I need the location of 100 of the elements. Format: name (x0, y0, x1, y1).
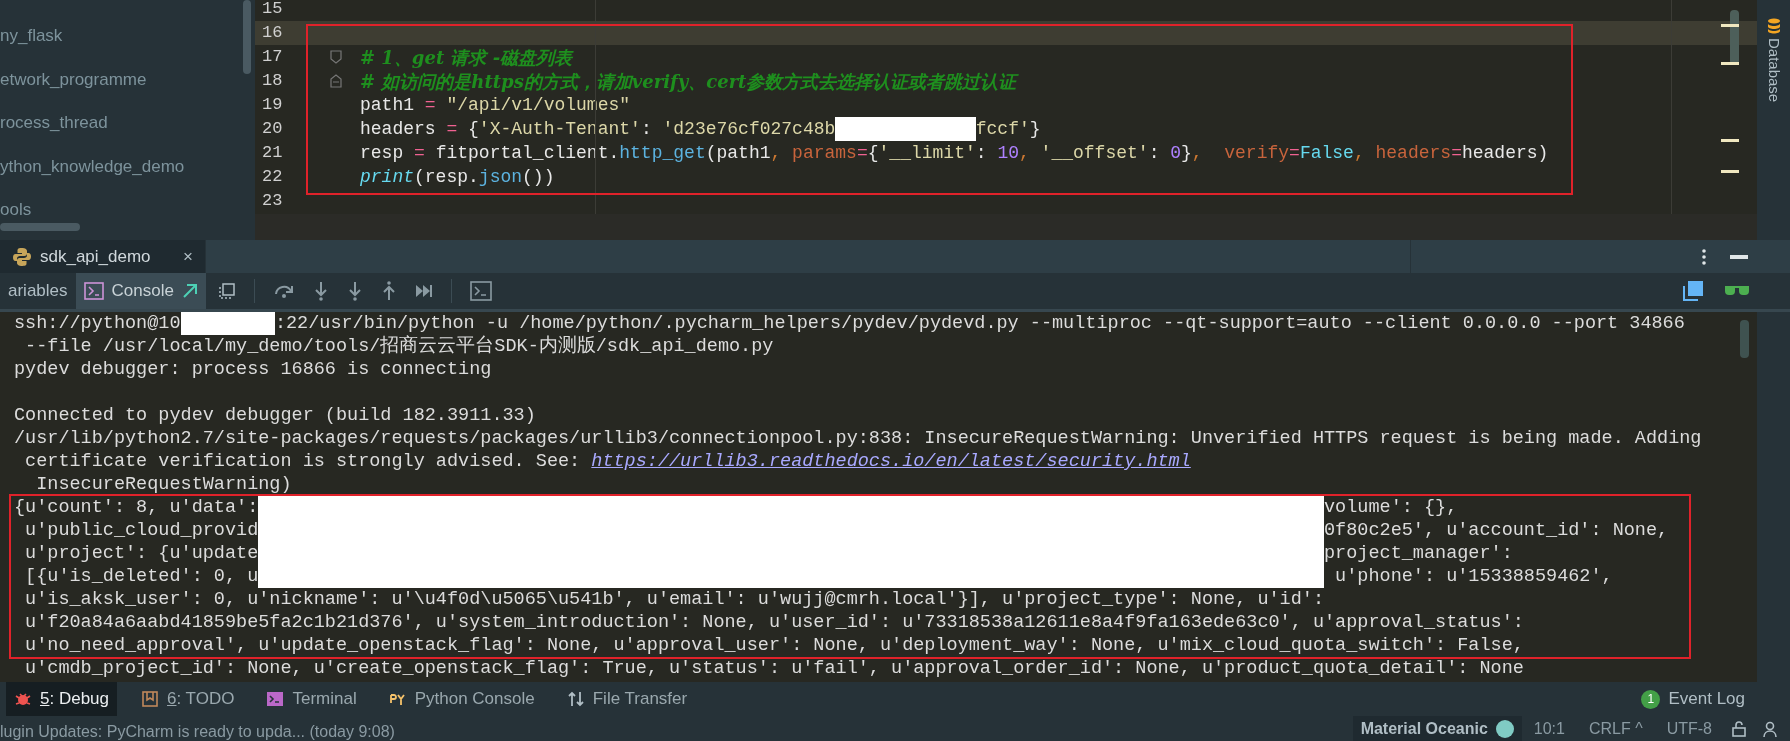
code-token: , (1353, 141, 1366, 165)
step-into-icon[interactable] (312, 281, 329, 301)
code-token: , (1019, 141, 1031, 165)
tree-item[interactable]: rocess_thread (0, 101, 255, 145)
code-token: = (1451, 141, 1462, 165)
code-token: json (478, 165, 523, 189)
python-icon (12, 246, 32, 267)
lock-icon[interactable] (1732, 720, 1746, 737)
tool-window-button[interactable]: 6: TODO (133, 682, 243, 716)
debug-tab[interactable]: Console (75, 273, 206, 309)
console-text: u'cmdb_project_id': None, u'create_openstack_flag': True, u'status': u'fail', u'approval_order_id': None, u'product_quota_detail': None (24, 657, 1524, 680)
code-token: path1 (360, 93, 415, 117)
console-text: [{u'is_deleted': 0, u (24, 565, 259, 588)
bug-icon (14, 690, 32, 708)
up-down-arrows-icon (566, 690, 585, 708)
console-text: ssh://python@10 (14, 312, 181, 335)
code-token: } (1029, 117, 1041, 141)
code-token: (path1 (705, 141, 771, 165)
code-token: 'd23e76cf027c48b (662, 117, 836, 141)
terminal-icon (266, 690, 285, 708)
line-number: 21 (261, 142, 284, 165)
run-tab-label: sdk_api_demo (40, 245, 151, 268)
code-token: print (360, 165, 414, 189)
file-encoding[interactable]: UTF-8 (1654, 716, 1724, 741)
code-token: = (446, 117, 458, 141)
console-icon (83, 282, 104, 300)
layout-icon[interactable] (217, 282, 236, 300)
console-text: pydev debugger: process 16866 is connecting (14, 358, 492, 381)
scrollbar-thumb[interactable] (0, 223, 80, 231)
line-separator[interactable]: CRLF ^ (1576, 716, 1655, 741)
run-tab[interactable]: sdk_api_demo × (0, 240, 205, 273)
code-token: : (1148, 141, 1161, 165)
copy-icon[interactable] (1682, 280, 1704, 302)
close-button[interactable]: × (183, 243, 193, 270)
code-token: verify (1224, 141, 1290, 165)
line-number: 19 (261, 94, 284, 117)
code-token: '__limit' (878, 141, 976, 165)
debug-tab[interactable]: ariables (0, 273, 76, 309)
code-token: { (867, 141, 879, 165)
code-token: fitportal_client. (434, 141, 620, 165)
console-text: u'no_need_approval', u'update_openstack_flag': None, u'approval_user': None, u'deployment_way': None, u'mix_cloud_quota_switch': False, (24, 634, 1524, 657)
code-token: http_get (619, 141, 706, 165)
code-token: resp (360, 141, 405, 165)
theme-indicator[interactable]: Material Oceanic (1352, 716, 1522, 741)
fold-marker-icon[interactable] (329, 50, 342, 64)
tool-window-button[interactable]: File Transfer (558, 682, 696, 716)
database-panel-tab[interactable]: Database (1762, 38, 1785, 103)
code-token: 'X-Auth-Tenant' (478, 117, 641, 141)
console-text: --file /usr/local/my_demo/tools/招商云云平台SDK-内测版/sdk_api_demo.py (24, 335, 774, 358)
notification-count: 1 (1641, 689, 1661, 709)
code-token: } (1181, 141, 1192, 165)
code-token: '__offset' (1040, 141, 1149, 165)
console-text: u'project': {u'update (24, 542, 259, 565)
caret-position[interactable]: 10:1 (1521, 716, 1577, 741)
code-token: { (467, 117, 479, 141)
minimize-icon[interactable] (1730, 254, 1748, 259)
line-number: 23 (261, 190, 284, 213)
scrollbar-thumb[interactable] (1740, 320, 1749, 358)
line-number: 17 (261, 46, 284, 69)
step-into-icon[interactable] (346, 281, 363, 301)
code-token: params (792, 141, 857, 165)
glasses-icon[interactable] (1724, 284, 1750, 298)
code-token: = (856, 141, 868, 165)
tree-item[interactable]: ny_flask (0, 14, 255, 58)
code-token: headers (360, 117, 437, 141)
console-text: {u'count': 8, u'data': (14, 496, 259, 519)
tool-window-button[interactable]: Python Console (380, 682, 543, 716)
console-text: Connected to pydev debugger (build 182.3911.33) (14, 404, 536, 427)
code-token: : (640, 117, 653, 141)
console-text: 0f80c2e5', u'account_id': None, (1324, 519, 1669, 542)
tool-window-button[interactable]: 5: Debug (6, 682, 117, 716)
console-text: certificate verification is strongly advised. See: (24, 450, 582, 473)
fold-marker-icon[interactable] (329, 74, 342, 88)
docs-link[interactable]: https://urllib3.readthedocs.io/en/latest/security.html (591, 450, 1191, 473)
code-token: "/api/v1/volumes" (445, 93, 631, 117)
status-message[interactable]: lugin Updates: PyCharm is ready to upda... (today 9:08) (0, 713, 395, 741)
code-token: = (1289, 141, 1300, 165)
code-token: 0 (1170, 141, 1182, 165)
code-token: , (770, 141, 783, 165)
tree-item[interactable]: ython_knowledge_demo (0, 144, 255, 188)
code-token: fccf' (975, 117, 1030, 141)
more-options-icon[interactable] (1702, 247, 1706, 266)
line-number: 20 (261, 118, 284, 141)
scrollbar-thumb[interactable] (243, 0, 251, 74)
code-token: headers) (1461, 141, 1549, 165)
code-token: 10 (997, 141, 1019, 165)
tree-item[interactable]: ools (0, 188, 255, 232)
console-icon[interactable] (469, 281, 492, 301)
code-token: = (414, 141, 425, 165)
tree-item[interactable]: etwork_programme (0, 57, 255, 101)
run-to-cursor-icon[interactable] (414, 283, 433, 299)
code-token: (resp. (414, 165, 479, 189)
line-number: 16 (261, 22, 284, 45)
event-log-button[interactable]: 1 Event Log (1641, 682, 1790, 716)
code-comment: # 如访问的是https的方式，请加verify、cert参数方式去选择认证或者跳过认证 (360, 69, 1017, 94)
person-icon[interactable] (1762, 720, 1778, 737)
tool-window-button[interactable]: Terminal (258, 682, 365, 716)
code-token: , (1191, 141, 1204, 165)
bookmark-icon (141, 690, 159, 708)
code-token: = (424, 93, 436, 117)
